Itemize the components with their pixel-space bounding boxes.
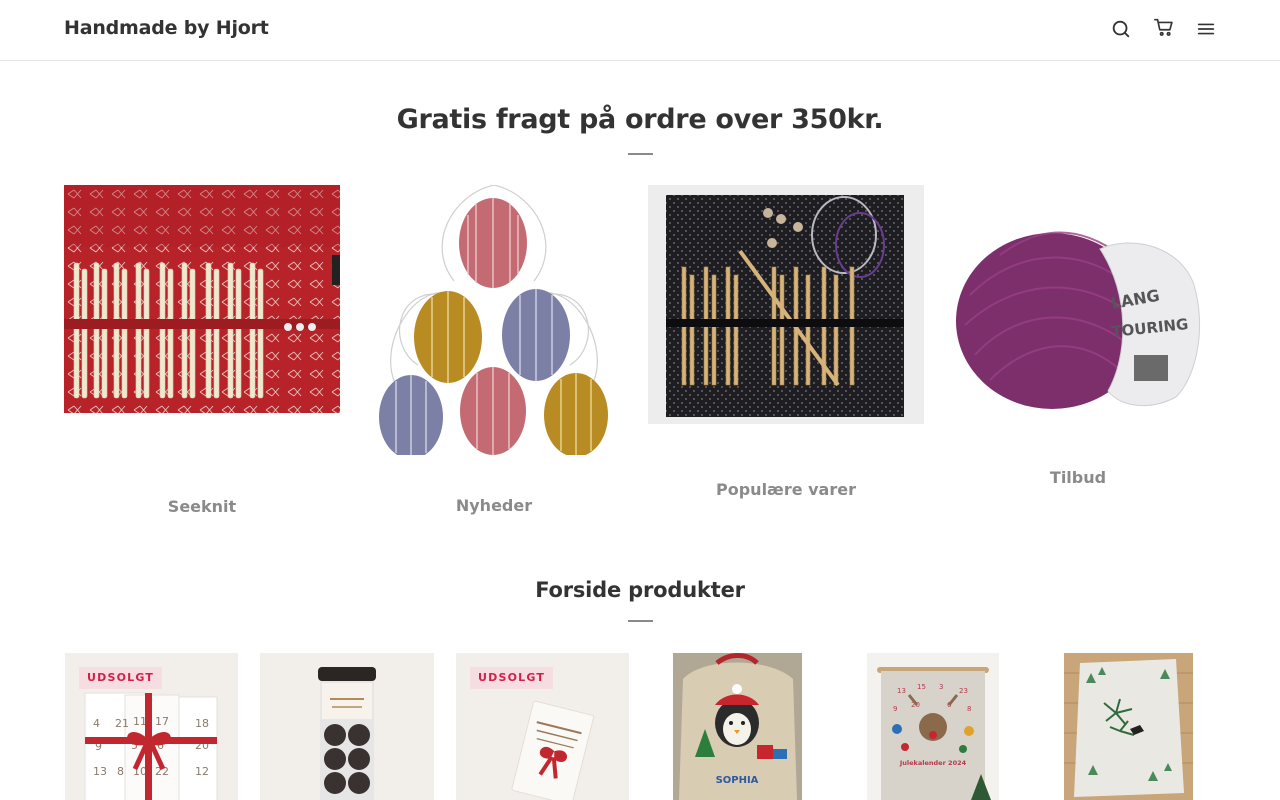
advent-year-text: Julekalender 2024 bbox=[899, 759, 967, 767]
collection-image-needle-case-dark bbox=[648, 185, 924, 424]
svg-text:8: 8 bbox=[967, 705, 971, 713]
search-icon[interactable] bbox=[1108, 16, 1134, 42]
product-card-advent-calendar[interactable]: 4 21 11 17 18 9 5 6 20 13 8 10 22 12 UDS… bbox=[65, 653, 238, 800]
collection-image-yarn-ball: LANG TOURING bbox=[940, 185, 1216, 445]
collection-label[interactable]: Tilbud bbox=[940, 468, 1216, 487]
free-shipping-title: Gratis fragt på ordre over 350kr. bbox=[396, 104, 884, 135]
site-header: Handmade by Hjort bbox=[0, 0, 1280, 61]
title-divider bbox=[628, 153, 653, 155]
svg-text:9: 9 bbox=[893, 705, 897, 713]
svg-text:23: 23 bbox=[959, 687, 968, 695]
collection-label[interactable]: Seeknit bbox=[64, 497, 340, 516]
calendar-number: 11 bbox=[133, 715, 147, 728]
store-logo[interactable]: Handmade by Hjort bbox=[64, 17, 269, 39]
collection-nyheder[interactable]: Nyheder bbox=[356, 185, 632, 525]
product-image-caramel-tube bbox=[260, 653, 434, 800]
svg-text:13: 13 bbox=[897, 687, 906, 695]
calendar-number: 8 bbox=[117, 765, 124, 778]
collection-label[interactable]: Nyheder bbox=[356, 496, 632, 515]
product-card-penguin-sack[interactable]: SOPHIA bbox=[673, 653, 802, 800]
product-image-table-runner bbox=[1064, 653, 1193, 800]
collection-populaere-varer[interactable]: Populære varer bbox=[648, 185, 924, 525]
penguin-name: SOPHIA bbox=[716, 775, 759, 786]
title-divider bbox=[628, 620, 653, 622]
collection-image-knitting-needles-red bbox=[64, 185, 340, 413]
collection-label[interactable]: Populære varer bbox=[648, 480, 924, 499]
calendar-number: 18 bbox=[195, 717, 209, 730]
cart-icon[interactable] bbox=[1151, 14, 1177, 40]
product-card-advent-wallhanger[interactable]: 1315323 92068 Julekalender 2024 bbox=[867, 653, 999, 800]
svg-text:15: 15 bbox=[917, 683, 926, 691]
calendar-number: 21 bbox=[115, 717, 129, 730]
product-image-advent-wallhanger: 1315323 92068 Julekalender 2024 bbox=[867, 653, 999, 800]
product-card-caramel-tube[interactable] bbox=[260, 653, 434, 800]
calendar-number: 13 bbox=[93, 765, 107, 778]
calendar-number: 17 bbox=[155, 715, 169, 728]
svg-text:3: 3 bbox=[939, 683, 943, 691]
collection-seeknit[interactable]: Seeknit bbox=[64, 185, 340, 525]
product-image-penguin-sack: SOPHIA bbox=[673, 653, 802, 800]
product-card-chocolate-bag[interactable]: UDSOLGT bbox=[456, 653, 629, 800]
product-card-table-runner[interactable] bbox=[1064, 653, 1193, 800]
featured-products-title: Forside produkter bbox=[535, 578, 745, 602]
collection-image-paper-eggs bbox=[356, 185, 632, 455]
sold-out-badge: UDSOLGT bbox=[79, 667, 163, 689]
sold-out-badge: UDSOLGT bbox=[470, 667, 554, 689]
collection-tilbud[interactable]: LANG TOURING Tilbud bbox=[940, 185, 1216, 525]
calendar-number: 4 bbox=[93, 717, 100, 730]
menu-icon[interactable] bbox=[1193, 16, 1219, 42]
calendar-number: 12 bbox=[195, 765, 209, 778]
